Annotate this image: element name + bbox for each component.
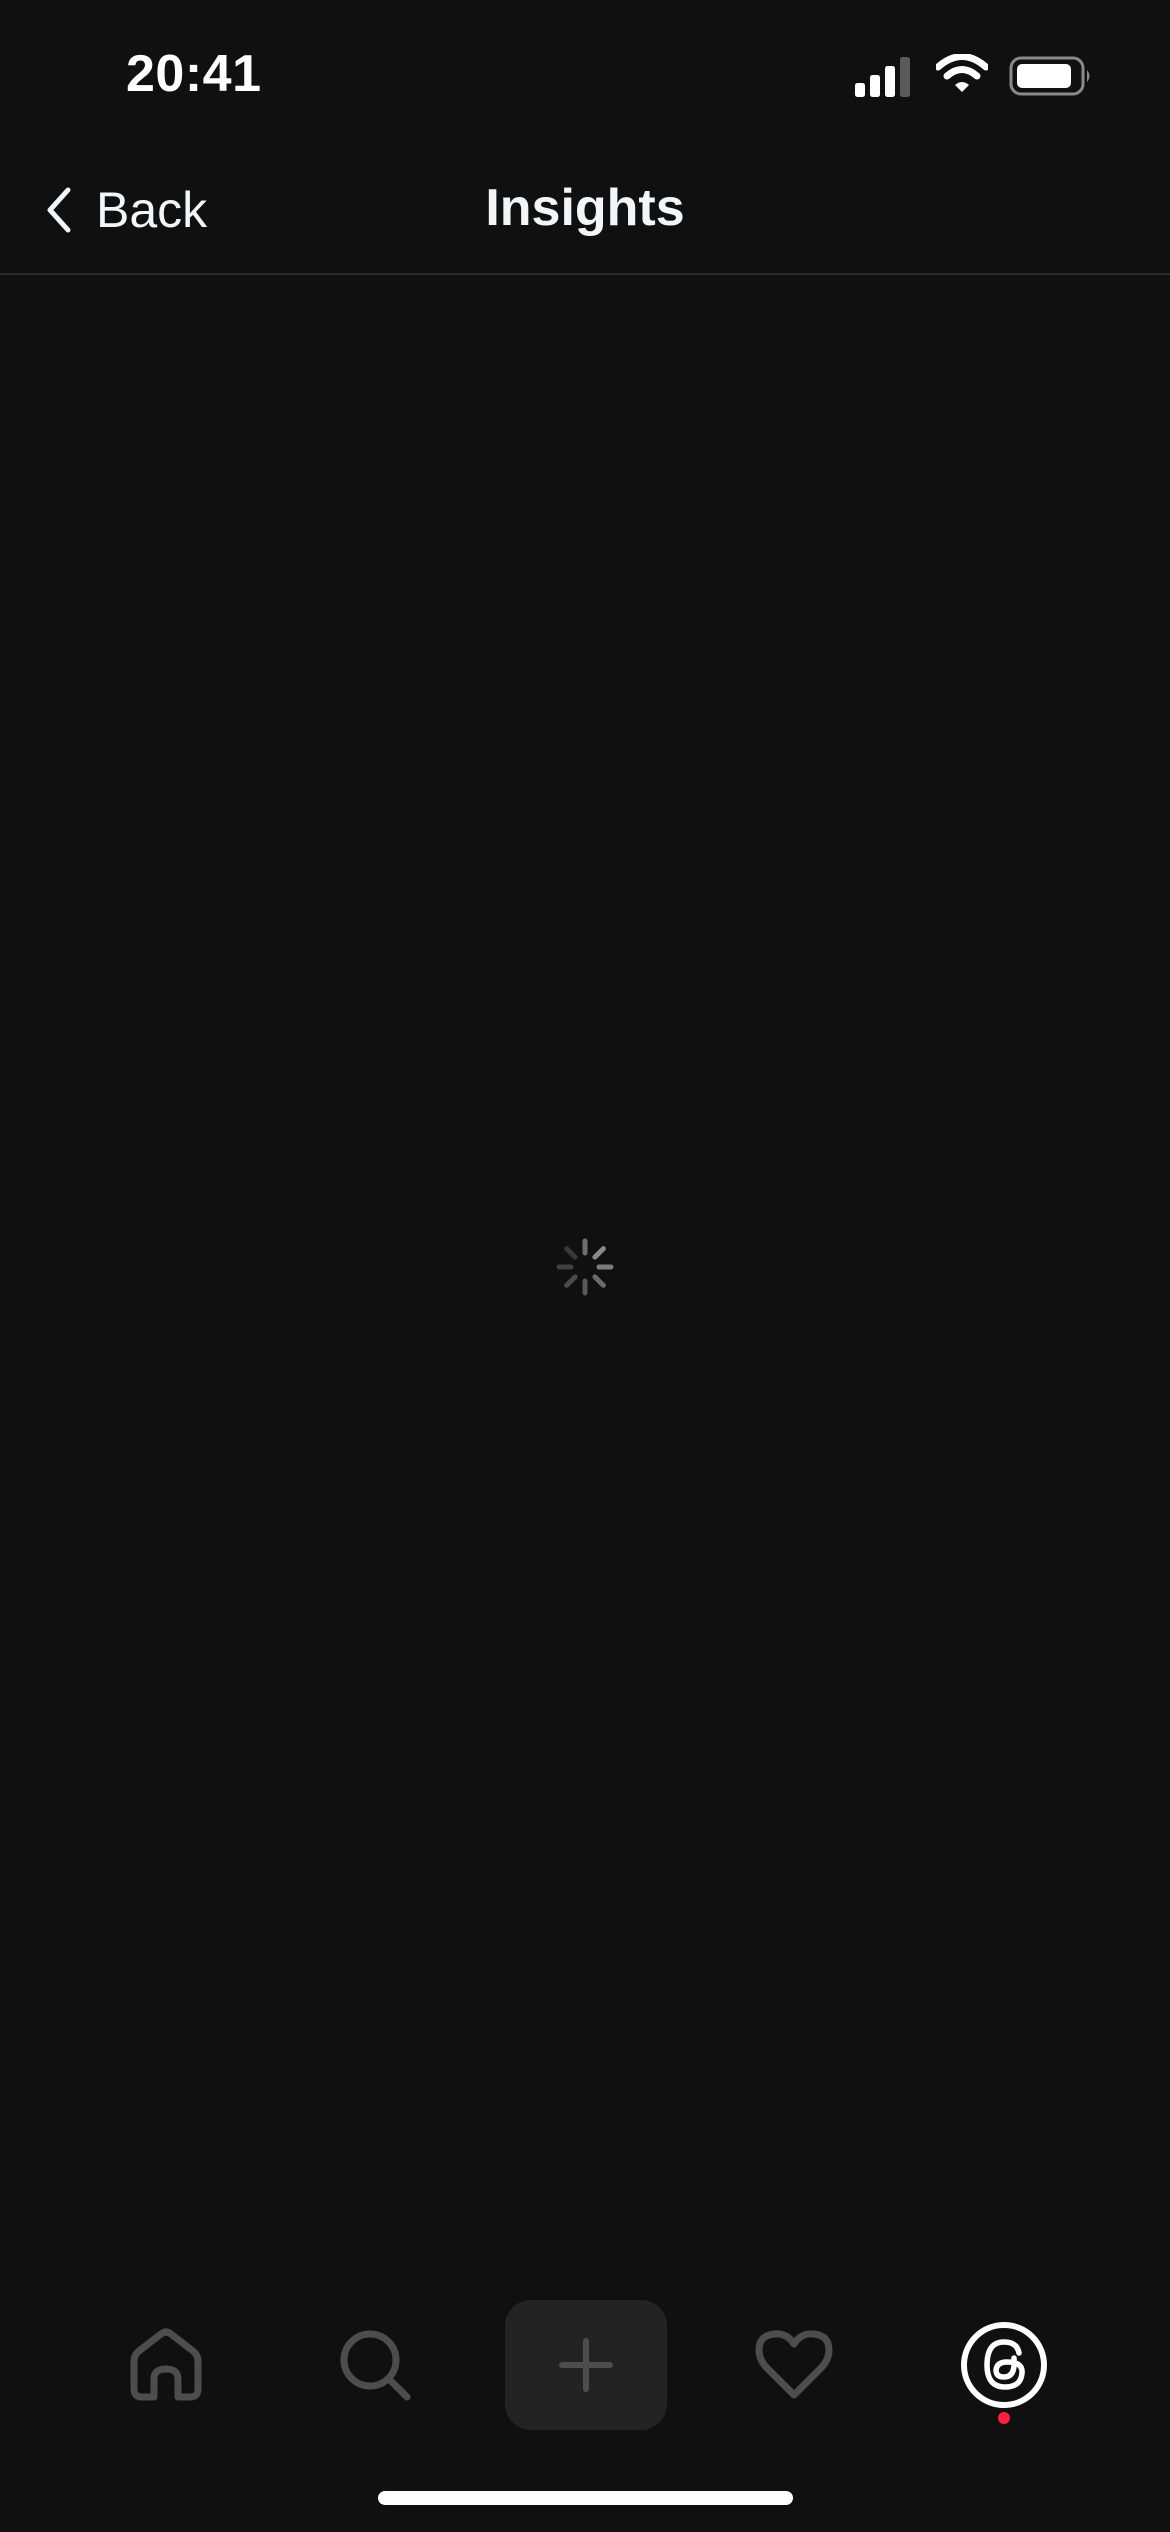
tab-home[interactable]	[86, 2300, 246, 2430]
status-bar: 20:41	[0, 0, 1170, 150]
home-indicator	[378, 2491, 793, 2505]
heart-icon	[755, 2330, 833, 2399]
plus-icon	[559, 2338, 613, 2392]
tab-bar	[0, 2290, 1170, 2440]
tab-search[interactable]	[295, 2300, 455, 2430]
threads-logo-icon	[961, 2322, 1047, 2408]
tab-create[interactable]	[505, 2300, 667, 2430]
nav-bar: Back Insights	[0, 150, 1170, 275]
search-icon	[340, 2330, 411, 2401]
tab-profile[interactable]	[924, 2300, 1084, 2430]
cellular-signal-icon	[855, 57, 910, 97]
tab-activity[interactable]	[714, 2300, 874, 2430]
status-time: 20:41	[126, 45, 262, 103]
battery-icon	[1009, 56, 1090, 96]
wifi-icon	[936, 54, 988, 92]
home-icon	[130, 2328, 202, 2401]
notification-dot	[998, 2412, 1010, 2424]
page-title: Insights	[485, 179, 685, 237]
loading-spinner-icon	[556, 1238, 614, 1296]
